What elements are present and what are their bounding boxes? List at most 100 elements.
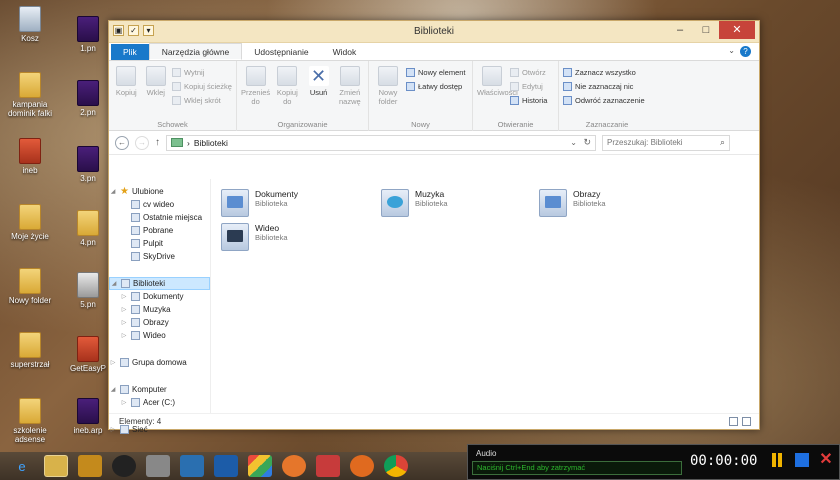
desktop-icon-nowy-folder[interactable]: Nowy folder (0, 268, 60, 305)
new-item-button[interactable]: Nowy element (406, 67, 466, 78)
address-field[interactable]: › Biblioteki ⌄ ↻ (166, 134, 596, 151)
tab-udostepnianie[interactable]: Udostępnianie (242, 44, 320, 60)
desktop-icon-2pn[interactable]: 2.pn (68, 80, 108, 117)
network-app-icon[interactable] (180, 455, 204, 477)
settings-app-icon[interactable] (214, 455, 238, 477)
desktop-icon-geteasy[interactable]: GetEasyP (68, 336, 108, 373)
tree-item-drive-c[interactable]: ▷ Acer (C:) (109, 396, 210, 409)
library-item-pictures[interactable]: Obrazy Biblioteka (539, 189, 689, 217)
tree-item-documents[interactable]: ▷ Dokumenty (109, 290, 210, 303)
desktop-icon-moje-zycie[interactable]: Moje życie (0, 204, 60, 241)
maximize-button[interactable]: □ (693, 21, 719, 39)
tree-item-skydrive[interactable]: SkyDrive (109, 250, 210, 263)
tree-item-music[interactable]: ▷ Muzyka (109, 303, 210, 316)
tree-item-favorites[interactable]: ◢ ★ Ulubione (109, 185, 210, 198)
desktop-icon-szkolenie[interactable]: szkolenie adsense (0, 398, 60, 444)
desktop-icon-5pn[interactable]: 5.pn (68, 272, 108, 309)
collapse-arrow-icon[interactable]: ▷ (109, 359, 117, 366)
firefox-icon[interactable] (350, 455, 374, 477)
easy-access-label: Łatwy dostęp (418, 82, 463, 91)
history-button[interactable]: Historia (510, 95, 547, 106)
close-button[interactable]: ✕ (719, 21, 755, 39)
desktop-icon-label: ineb.arp (73, 426, 103, 435)
desktop-icon-ineb[interactable]: ineb (0, 138, 60, 175)
open-button[interactable]: Otwórz (510, 67, 547, 78)
file-explorer-icon[interactable] (44, 455, 68, 477)
invert-selection-button[interactable]: Odwróć zaznaczenie (563, 95, 645, 106)
up-arrow-icon[interactable]: ↑ (155, 137, 160, 148)
firefox-icon[interactable] (282, 455, 306, 477)
media-player-icon[interactable] (112, 455, 136, 477)
edit-label: Edytuj (522, 82, 543, 91)
address-path[interactable]: Biblioteki (194, 138, 228, 148)
desktop-icon-superstrzal[interactable]: superstrzał (0, 332, 60, 369)
tree-item-computer[interactable]: ◢ Komputer (109, 383, 210, 396)
easy-access-button[interactable]: Łatwy dostęp (406, 81, 466, 92)
tree-item-videos[interactable]: ▷ Wideo (109, 329, 210, 342)
tab-plik[interactable]: Plik (111, 44, 149, 60)
collapse-arrow-icon[interactable]: ▷ (120, 399, 128, 406)
store-icon[interactable] (248, 455, 272, 477)
select-all-icon (563, 68, 572, 77)
paste-shortcut-button[interactable]: Wklej skrót (172, 95, 232, 106)
collapse-arrow-icon[interactable]: ▷ (120, 306, 128, 313)
desktop-icon-4pn[interactable]: 4.pn (68, 210, 108, 247)
history-label: Historia (522, 96, 548, 105)
tree-label: Muzyka (143, 305, 171, 314)
search-input[interactable]: Przeszukaj: Biblioteki ⌕ (602, 134, 730, 151)
tree-item-libraries[interactable]: ◢ Biblioteki (109, 277, 210, 290)
media-file-icon (77, 80, 99, 106)
desktop-icon-recycle-bin[interactable]: Kosz (0, 6, 60, 43)
collapse-arrow-icon[interactable]: ▷ (120, 319, 128, 326)
chevron-down-icon[interactable]: ⌄ (728, 46, 735, 55)
tree-item-cv-wideo[interactable]: cv wideo (109, 198, 210, 211)
expand-arrow-icon[interactable]: ◢ (109, 188, 117, 195)
desktop-icon-1pn[interactable]: 1.pn (68, 16, 108, 53)
video-icon (131, 331, 140, 340)
internet-explorer-icon[interactable]: e (10, 455, 34, 477)
chrome-icon[interactable] (384, 455, 408, 477)
help-icon[interactable]: ? (740, 46, 751, 57)
forward-arrow-icon[interactable]: → (135, 135, 149, 150)
expand-arrow-icon[interactable]: ◢ (109, 386, 117, 393)
desktop-icon-label: 4.pn (80, 238, 96, 247)
chevron-down-icon[interactable]: ⌄ (570, 138, 577, 147)
group-label-schowek: Schowek (157, 120, 188, 129)
select-none-button[interactable]: Nie zaznaczaj nic (563, 81, 645, 92)
stop-icon[interactable] (795, 453, 809, 467)
library-item-videos[interactable]: Wideo Biblioteka (221, 223, 371, 251)
back-arrow-icon[interactable]: ← (115, 135, 129, 150)
paint-icon[interactable] (316, 455, 340, 477)
paste-shortcut-label: Wklej skrót (184, 96, 221, 105)
tree-item-homegroup[interactable]: ▷ Grupa domowa (109, 356, 210, 369)
tree-item-pictures[interactable]: ▷ Obrazy (109, 316, 210, 329)
large-icons-view-icon[interactable] (742, 417, 751, 426)
desktop-icon-ineb-arp[interactable]: ineb.arp (68, 398, 108, 435)
select-all-button[interactable]: Zaznacz wszystko (563, 67, 645, 78)
desktop-icon-kampania[interactable]: kampania dominik falki (0, 72, 60, 118)
expand-arrow-icon[interactable]: ◢ (110, 280, 118, 287)
details-view-icon[interactable] (729, 417, 738, 426)
search-icon[interactable]: ⌕ (720, 137, 725, 148)
rename-label: Zmień nazwę (339, 88, 361, 106)
library-item-documents[interactable]: Dokumenty Biblioteka (221, 189, 371, 217)
tab-widok[interactable]: Widok (321, 44, 369, 60)
refresh-icon[interactable]: ↻ (583, 137, 591, 148)
pause-icon[interactable] (770, 453, 784, 467)
camera-icon[interactable] (146, 455, 170, 477)
edit-button[interactable]: Edytuj (510, 81, 547, 92)
copy-path-button[interactable]: Kopiuj ścieżkę (172, 81, 232, 92)
tree-item-desktop[interactable]: Pulpit (109, 237, 210, 250)
close-icon[interactable]: ✕ (819, 452, 833, 468)
collapse-arrow-icon[interactable]: ▷ (120, 293, 128, 300)
library-item-music[interactable]: Muzyka Biblioteka (381, 189, 531, 217)
collapse-arrow-icon[interactable]: ▷ (120, 332, 128, 339)
tree-item-downloads[interactable]: Pobrane (109, 224, 210, 237)
desktop-icon-3pn[interactable]: 3.pn (68, 146, 108, 183)
cut-button[interactable]: Wytnij (172, 67, 232, 78)
tree-label: Obrazy (143, 318, 169, 327)
minimize-button[interactable]: – (667, 21, 693, 39)
tree-item-recent[interactable]: Ostatnie miejsca (109, 211, 210, 224)
app-icon[interactable] (78, 455, 102, 477)
tab-narzedzia-glowne[interactable]: Narzędzia główne (148, 43, 243, 60)
